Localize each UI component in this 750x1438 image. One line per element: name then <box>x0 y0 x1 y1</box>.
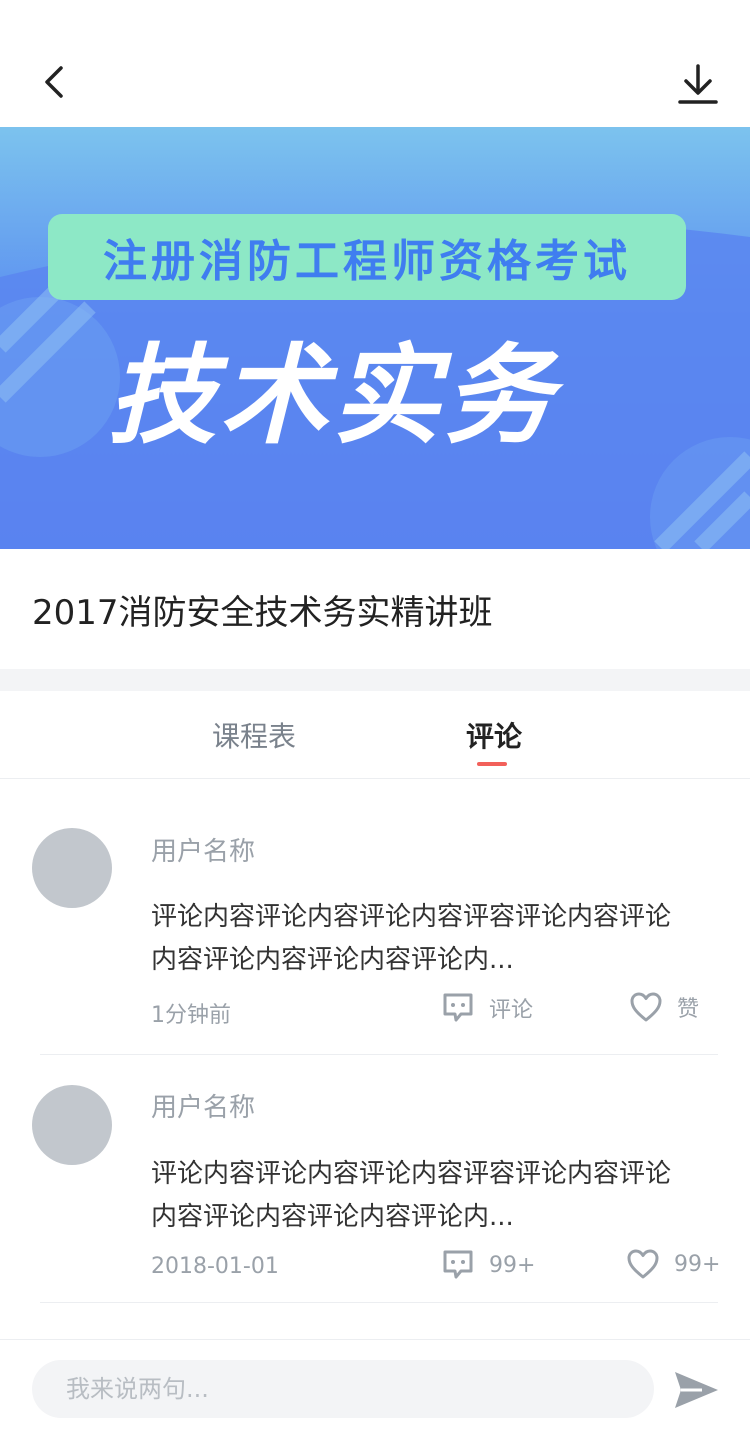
like-button[interactable]: 99+ <box>626 1248 720 1280</box>
like-count: 99+ <box>674 1251 721 1277</box>
tab-comments[interactable]: 评论 <box>466 715 522 755</box>
banner-headline: 技术实务 <box>108 334 557 459</box>
divider <box>40 1302 718 1303</box>
like-label: 赞 <box>677 997 700 1022</box>
comment-time: 2018-01-01 <box>151 1254 279 1279</box>
comment-time: 1分钟前 <box>151 1003 231 1028</box>
reply-button[interactable]: 评论 <box>441 991 533 1025</box>
comment-text: 评论内容评论内容评论内容评容评论内容评论 内容评论内容评论内容评论内... <box>151 1153 717 1239</box>
comment-composer <box>0 1339 750 1438</box>
top-bar <box>0 0 750 127</box>
reply-button[interactable]: 99+ <box>441 1248 535 1282</box>
comment-item: 用户名称 评论内容评论内容评论内容评容评论内容评论 内容评论内容评论内容评论内.… <box>0 779 750 1055</box>
section-gap <box>0 669 750 691</box>
back-icon <box>45 66 63 98</box>
back-button[interactable] <box>30 58 78 106</box>
comment-text-line: 内容评论内容评论内容评论内... <box>151 945 514 975</box>
download-icon <box>678 64 718 104</box>
avatar[interactable] <box>32 1085 112 1165</box>
comment-input[interactable] <box>32 1360 654 1418</box>
tab-bar: 课程表 评论 <box>0 691 750 779</box>
course-title: 2017消防安全技术务实精讲班 <box>32 593 493 633</box>
active-tab-indicator <box>477 762 507 766</box>
heart-icon <box>630 992 662 1022</box>
like-button[interactable]: 赞 <box>629 991 699 1023</box>
comment-bubble-icon <box>443 1250 473 1279</box>
comment-text-line: 评论内容评论内容评论内容评容评论内容评论 <box>151 1159 672 1189</box>
banner-subtitle: 注册消防工程师资格考试 <box>103 236 631 287</box>
comment-username: 用户名称 <box>151 837 256 867</box>
heart-icon <box>627 1249 659 1279</box>
comment-username: 用户名称 <box>151 1093 256 1123</box>
comment-text-line: 内容评论内容评论内容评论内... <box>151 1202 514 1232</box>
comment-bubble-icon <box>443 993 473 1022</box>
banner-subtitle-pill: 注册消防工程师资格考试 <box>48 214 686 300</box>
comment-text-line: 评论内容评论内容评论内容评容评论内容评论 <box>151 902 672 932</box>
comment-text: 评论内容评论内容评论内容评容评论内容评论 内容评论内容评论内容评论内... <box>151 896 717 982</box>
send-button[interactable] <box>672 1368 720 1412</box>
download-button[interactable] <box>672 58 724 110</box>
course-banner: 注册消防工程师资格考试 技术实务 <box>0 127 750 549</box>
reply-label: 评论 <box>489 998 534 1023</box>
comment-item: 用户名称 评论内容评论内容评论内容评容评论内容评论 内容评论内容评论内容评论内.… <box>0 1055 750 1303</box>
send-icon <box>675 1372 718 1408</box>
reply-count: 99+ <box>489 1252 536 1278</box>
avatar[interactable] <box>32 828 112 908</box>
tab-schedule[interactable]: 课程表 <box>212 715 296 755</box>
